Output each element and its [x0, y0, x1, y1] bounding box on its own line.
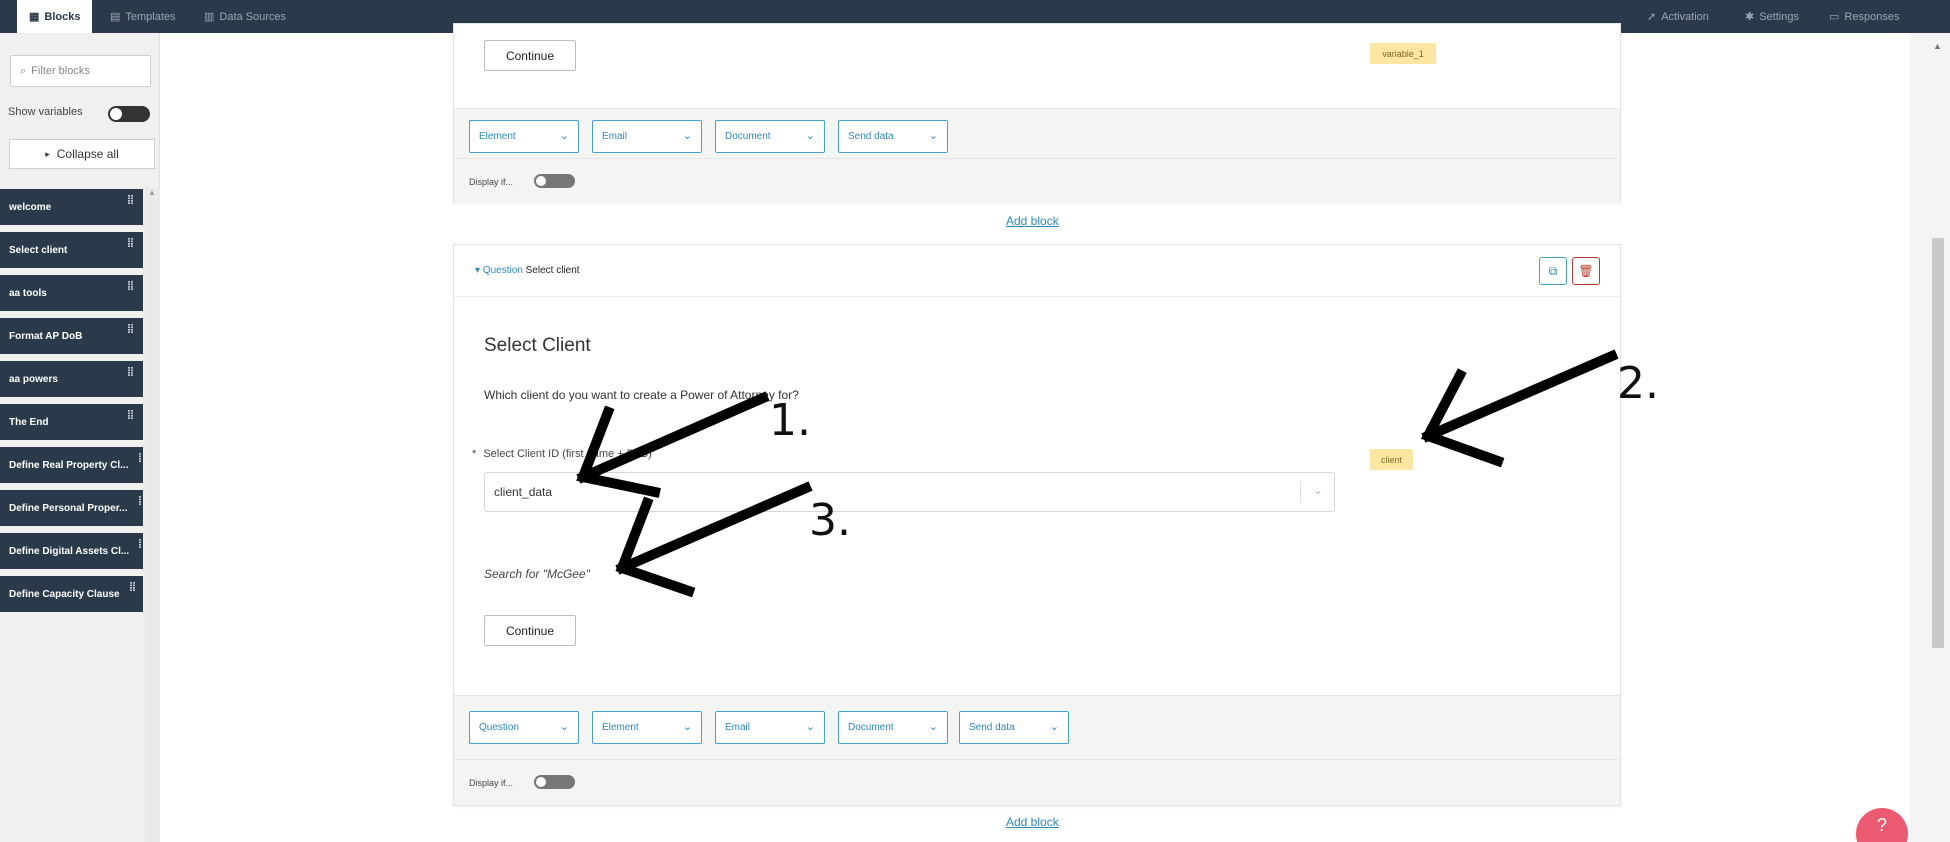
- drag-handle-icon[interactable]: ⁞⁞: [129, 580, 136, 594]
- chevron-down-icon: ⌄: [805, 130, 815, 142]
- callout-number-3: 3.: [809, 495, 851, 546]
- scroll-up-icon: ▲: [148, 188, 156, 197]
- gear-icon: ✱: [1745, 11, 1755, 23]
- display-if-toggle[interactable]: [534, 775, 575, 789]
- field-label[interactable]: * Select Client ID (first name + DoB): [472, 448, 652, 460]
- block-card-previous: Continue variable_1 Element ⌄ Email ⌄ Docu…: [453, 23, 1621, 204]
- search-icon: ⌕: [20, 64, 27, 77]
- continue-button[interactable]: Continue: [484, 40, 576, 71]
- send-data-dropdown[interactable]: Send data ⌄: [959, 711, 1069, 744]
- add-block-link[interactable]: Add block: [1006, 214, 1059, 228]
- help-icon: ?: [1876, 814, 1887, 835]
- add-block-link[interactable]: Add block: [1006, 815, 1059, 829]
- activation-link[interactable]: ➚ Activation: [1635, 0, 1721, 33]
- sidebar-block-item[interactable]: Define Digital Assets Cl... ⁞: [0, 533, 143, 569]
- caret-down-icon: ▾: [475, 265, 481, 276]
- block-header: ▾ Question Select client ⧉ 🗑: [454, 245, 1620, 297]
- display-if-row: Display if...: [454, 759, 1620, 805]
- main-scrollbar[interactable]: ▲: [1910, 33, 1950, 842]
- callout-number-2: 2.: [1617, 358, 1659, 409]
- show-variables-toggle[interactable]: [108, 106, 150, 122]
- chevron-down-icon: ⌄: [559, 130, 569, 142]
- continue-button[interactable]: Continue: [484, 615, 576, 646]
- sidebar-block-item[interactable]: Define Capacity Clause ⁞⁞: [0, 576, 143, 612]
- blocks-sidebar: ⌕ Filter blocks Show variables ▸ Collaps…: [0, 33, 160, 842]
- scroll-up-icon: ▲: [1933, 41, 1942, 51]
- chevron-down-icon: ⌄: [928, 130, 938, 142]
- tab-data-sources[interactable]: ▥ Data Sources: [192, 0, 298, 33]
- block-breadcrumb[interactable]: ▾ Question Select client: [475, 265, 580, 276]
- add-element-dropdown[interactable]: Element ⌄: [469, 120, 579, 153]
- callout-number-1: 1.: [769, 395, 811, 446]
- sidebar-block-item[interactable]: Format AP DoB ⁞⁞: [0, 318, 143, 354]
- drag-handle-icon[interactable]: ⁞⁞: [127, 408, 134, 422]
- show-variables-label: Show variables: [8, 106, 83, 118]
- chevron-down-icon: ⌄: [928, 721, 938, 733]
- client-select[interactable]: client_data ⌄: [484, 472, 1335, 512]
- chevron-down-icon: ⌄: [559, 721, 569, 733]
- tab-blocks[interactable]: ▦ Blocks: [17, 0, 93, 33]
- grid-icon: ▦: [29, 11, 40, 23]
- display-if-label: Display if...: [469, 177, 514, 187]
- hint-text[interactable]: Search for "McGee": [484, 567, 590, 581]
- inbox-icon: ▭: [1829, 11, 1840, 23]
- copy-block-button[interactable]: ⧉: [1539, 257, 1567, 285]
- drag-handle-icon[interactable]: ⁞⁞: [127, 322, 134, 336]
- chevron-down-icon: ⌄: [682, 130, 692, 142]
- block-editor-canvas: Continue variable_1 Element ⌄ Email ⌄ Docu…: [160, 23, 1910, 842]
- caret-right-icon: ▸: [45, 148, 50, 159]
- select-divider: [1300, 481, 1301, 503]
- question-title[interactable]: Select Client: [484, 335, 591, 357]
- display-if-row: Display if...: [454, 158, 1620, 204]
- drag-handle-icon[interactable]: ⁞⁞: [127, 365, 134, 379]
- add-action-row: Element ⌄ Email ⌄ Document ⌄ Send data ⌄: [454, 108, 1620, 158]
- drag-handle-icon[interactable]: ⁞⁞: [127, 279, 134, 293]
- responses-link[interactable]: ▭ Responses: [1817, 0, 1911, 33]
- add-email-dropdown[interactable]: Email ⌄: [592, 120, 702, 153]
- sidebar-block-item[interactable]: aa tools ⁞⁞: [0, 275, 143, 311]
- document-icon: ▤: [110, 11, 121, 23]
- display-if-toggle[interactable]: [534, 174, 575, 188]
- send-data-dropdown[interactable]: Send data ⌄: [838, 120, 948, 153]
- variable-badge: variable_1: [1370, 43, 1436, 64]
- delete-block-button[interactable]: 🗑: [1572, 257, 1600, 285]
- add-document-dropdown[interactable]: Document ⌄: [838, 711, 948, 744]
- drag-handle-icon[interactable]: ⁞: [138, 537, 142, 551]
- trash-icon: 🗑: [1578, 264, 1594, 278]
- copy-icon: ⧉: [1548, 263, 1558, 278]
- drag-handle-icon[interactable]: ⁞: [138, 494, 142, 508]
- chevron-down-icon: ⌄: [805, 721, 815, 733]
- sidebar-block-item[interactable]: welcome ⁞⁞: [0, 189, 143, 225]
- add-element-dropdown[interactable]: Element ⌄: [592, 711, 702, 744]
- variable-badge: client: [1370, 449, 1413, 470]
- sidebar-block-item[interactable]: Define Personal Proper... ⁞: [0, 490, 143, 526]
- sidebar-block-item[interactable]: Define Real Property Cl... ⁞: [0, 447, 143, 483]
- question-block-card: ▾ Question Select client ⧉ 🗑 Select Clie…: [453, 244, 1621, 806]
- drag-handle-icon[interactable]: ⁞: [138, 451, 142, 465]
- scrollbar-thumb[interactable]: [1932, 238, 1944, 648]
- chevron-down-icon: ⌄: [682, 721, 692, 733]
- chevron-down-icon: ⌄: [1312, 483, 1323, 497]
- settings-link[interactable]: ✱ Settings: [1733, 0, 1811, 33]
- drag-handle-icon[interactable]: ⁞⁞: [127, 193, 134, 207]
- question-text[interactable]: Which client do you want to create a Pow…: [484, 388, 799, 402]
- database-icon: ▥: [204, 11, 215, 23]
- add-action-row: Question ⌄ Element ⌄ Email ⌄ Document ⌄ Send…: [454, 695, 1620, 759]
- display-if-label: Display if...: [469, 778, 514, 788]
- add-email-dropdown[interactable]: Email ⌄: [715, 711, 825, 744]
- add-question-dropdown[interactable]: Question ⌄: [469, 711, 579, 744]
- add-document-dropdown[interactable]: Document ⌄: [715, 120, 825, 153]
- sidebar-scrollbar[interactable]: ▲: [145, 188, 160, 842]
- sidebar-block-item[interactable]: aa powers ⁞⁞: [0, 361, 143, 397]
- filter-blocks-input[interactable]: ⌕ Filter blocks: [10, 55, 151, 87]
- sidebar-block-item[interactable]: The End ⁞⁞: [0, 404, 143, 440]
- collapse-all-button[interactable]: ▸ Collapse all: [9, 139, 155, 169]
- sidebar-block-item[interactable]: Select client ⁞⁞: [0, 232, 143, 268]
- chevron-down-icon: ⌄: [1049, 721, 1059, 733]
- rocket-icon: ➚: [1647, 11, 1657, 23]
- drag-handle-icon[interactable]: ⁞⁞: [127, 236, 134, 250]
- tab-templates[interactable]: ▤ Templates: [98, 0, 188, 33]
